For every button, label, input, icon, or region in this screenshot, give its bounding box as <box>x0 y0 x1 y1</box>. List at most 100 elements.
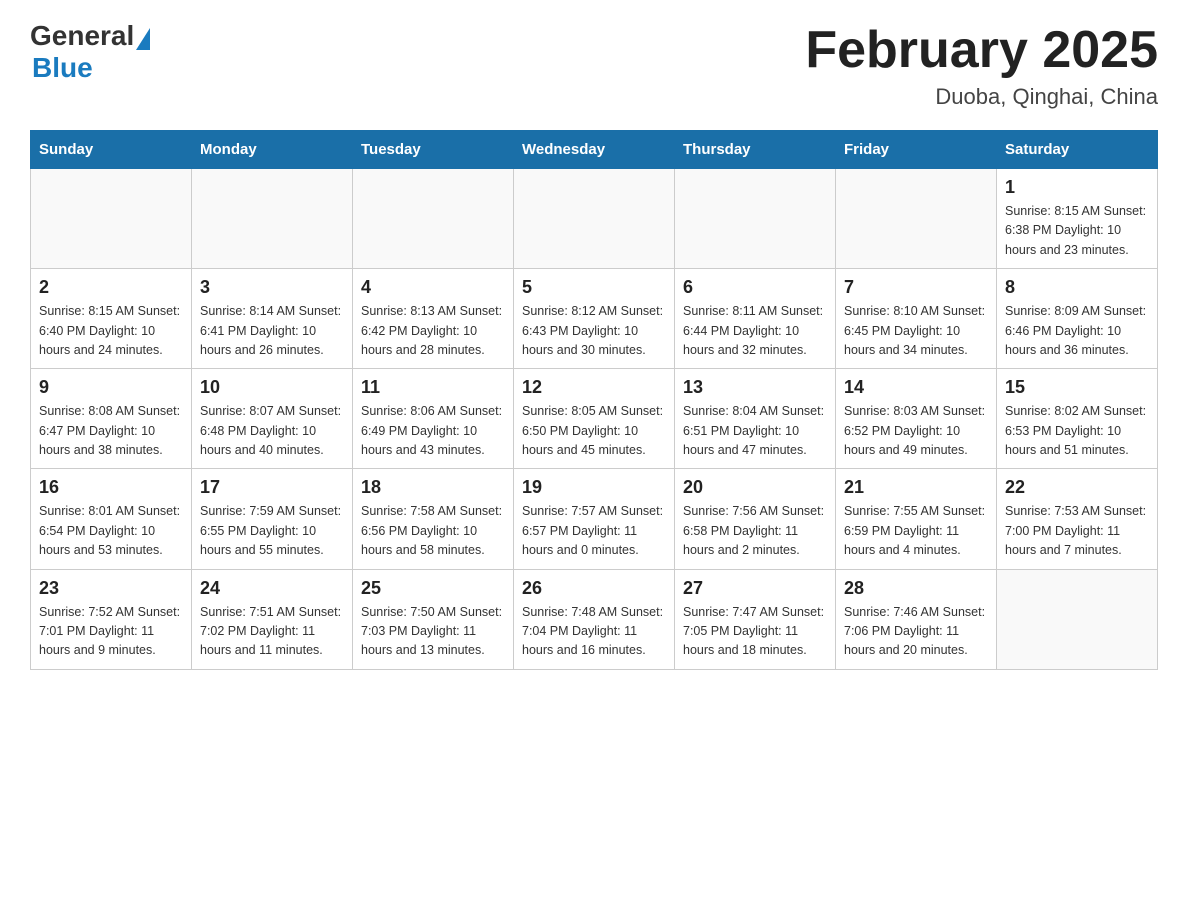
calendar-cell: 4 Sunrise: 8:13 AM Sunset: 6:42 PM Daylig… <box>353 269 514 369</box>
day-number: 9 <box>39 377 183 398</box>
day-info: Sunrise: 7:57 AM Sunset: 6:57 PM Dayligh… <box>522 502 666 560</box>
day-info: Sunrise: 8:05 AM Sunset: 6:50 PM Dayligh… <box>522 402 666 460</box>
calendar-table: SundayMondayTuesdayWednesdayThursdayFrid… <box>30 130 1158 670</box>
logo: General Blue <box>30 20 150 84</box>
day-number: 1 <box>1005 177 1149 198</box>
day-number: 19 <box>522 477 666 498</box>
day-number: 12 <box>522 377 666 398</box>
calendar-week-5: 23 Sunrise: 7:52 AM Sunset: 7:01 PM Dayli… <box>31 569 1158 669</box>
calendar-cell <box>997 569 1158 669</box>
day-info: Sunrise: 8:11 AM Sunset: 6:44 PM Dayligh… <box>683 302 827 360</box>
day-number: 15 <box>1005 377 1149 398</box>
weekday-header-row: SundayMondayTuesdayWednesdayThursdayFrid… <box>31 131 1158 169</box>
weekday-header-friday: Friday <box>836 131 997 169</box>
day-number: 21 <box>844 477 988 498</box>
calendar-cell: 11 Sunrise: 8:06 AM Sunset: 6:49 PM Dayli… <box>353 369 514 469</box>
day-info: Sunrise: 8:06 AM Sunset: 6:49 PM Dayligh… <box>361 402 505 460</box>
day-number: 18 <box>361 477 505 498</box>
day-info: Sunrise: 7:59 AM Sunset: 6:55 PM Dayligh… <box>200 502 344 560</box>
weekday-header-wednesday: Wednesday <box>514 131 675 169</box>
day-info: Sunrise: 8:15 AM Sunset: 6:38 PM Dayligh… <box>1005 202 1149 260</box>
day-number: 23 <box>39 578 183 599</box>
calendar-cell: 28Sunrise: 7:46 AM Sunset: 7:06 PM Dayli… <box>836 569 997 669</box>
day-number: 25 <box>361 578 505 599</box>
day-number: 8 <box>1005 277 1149 298</box>
logo-triangle-icon <box>136 28 150 50</box>
day-number: 3 <box>200 277 344 298</box>
weekday-header-monday: Monday <box>192 131 353 169</box>
calendar-cell: 26 Sunrise: 7:48 AM Sunset: 7:04 PM Dayli… <box>514 569 675 669</box>
calendar-cell <box>31 169 192 269</box>
calendar-cell: 2 Sunrise: 8:15 AM Sunset: 6:40 PM Daylig… <box>31 269 192 369</box>
calendar-cell: 18 Sunrise: 7:58 AM Sunset: 6:56 PM Dayli… <box>353 469 514 569</box>
day-number: 5 <box>522 277 666 298</box>
day-info: Sunrise: 8:12 AM Sunset: 6:43 PM Dayligh… <box>522 302 666 360</box>
calendar-cell: 8 Sunrise: 8:09 AM Sunset: 6:46 PM Daylig… <box>997 269 1158 369</box>
day-info: Sunrise: 7:50 AM Sunset: 7:03 PM Dayligh… <box>361 603 505 661</box>
day-number: 13 <box>683 377 827 398</box>
day-number: 6 <box>683 277 827 298</box>
calendar-cell: 25 Sunrise: 7:50 AM Sunset: 7:03 PM Dayli… <box>353 569 514 669</box>
day-info: Sunrise: 8:09 AM Sunset: 6:46 PM Dayligh… <box>1005 302 1149 360</box>
calendar-cell: 1 Sunrise: 8:15 AM Sunset: 6:38 PM Daylig… <box>997 169 1158 269</box>
day-info: Sunrise: 8:14 AM Sunset: 6:41 PM Dayligh… <box>200 302 344 360</box>
calendar-week-1: 1 Sunrise: 8:15 AM Sunset: 6:38 PM Daylig… <box>31 169 1158 269</box>
calendar-week-2: 2 Sunrise: 8:15 AM Sunset: 6:40 PM Daylig… <box>31 269 1158 369</box>
day-number: 26 <box>522 578 666 599</box>
calendar-cell: 21 Sunrise: 7:55 AM Sunset: 6:59 PM Dayli… <box>836 469 997 569</box>
month-title: February 2025 <box>805 20 1158 80</box>
calendar-cell: 15 Sunrise: 8:02 AM Sunset: 6:53 PM Dayli… <box>997 369 1158 469</box>
calendar-cell: 7 Sunrise: 8:10 AM Sunset: 6:45 PM Daylig… <box>836 269 997 369</box>
calendar-cell <box>353 169 514 269</box>
day-info: Sunrise: 8:10 AM Sunset: 6:45 PM Dayligh… <box>844 302 988 360</box>
day-info: Sunrise: 7:47 AM Sunset: 7:05 PM Dayligh… <box>683 603 827 661</box>
day-info: Sunrise: 8:01 AM Sunset: 6:54 PM Dayligh… <box>39 502 183 560</box>
calendar-cell: 10Sunrise: 8:07 AM Sunset: 6:48 PM Dayli… <box>192 369 353 469</box>
calendar-cell: 5 Sunrise: 8:12 AM Sunset: 6:43 PM Daylig… <box>514 269 675 369</box>
calendar-week-3: 9Sunrise: 8:08 AM Sunset: 6:47 PM Daylig… <box>31 369 1158 469</box>
day-info: Sunrise: 7:53 AM Sunset: 7:00 PM Dayligh… <box>1005 502 1149 560</box>
day-number: 11 <box>361 377 505 398</box>
calendar-cell: 9Sunrise: 8:08 AM Sunset: 6:47 PM Daylig… <box>31 369 192 469</box>
weekday-header-sunday: Sunday <box>31 131 192 169</box>
day-info: Sunrise: 7:58 AM Sunset: 6:56 PM Dayligh… <box>361 502 505 560</box>
day-info: Sunrise: 7:52 AM Sunset: 7:01 PM Dayligh… <box>39 603 183 661</box>
calendar-cell: 12 Sunrise: 8:05 AM Sunset: 6:50 PM Dayli… <box>514 369 675 469</box>
logo-blue-text: Blue <box>32 52 93 84</box>
calendar-cell <box>836 169 997 269</box>
day-number: 14 <box>844 377 988 398</box>
day-number: 4 <box>361 277 505 298</box>
day-number: 22 <box>1005 477 1149 498</box>
calendar-cell <box>675 169 836 269</box>
day-number: 2 <box>39 277 183 298</box>
day-number: 27 <box>683 578 827 599</box>
title-section: February 2025 Duoba, Qinghai, China <box>805 20 1158 110</box>
day-number: 17 <box>200 477 344 498</box>
day-number: 20 <box>683 477 827 498</box>
location-title: Duoba, Qinghai, China <box>805 84 1158 110</box>
page-header: General Blue February 2025 Duoba, Qingha… <box>30 20 1158 110</box>
calendar-cell: 6 Sunrise: 8:11 AM Sunset: 6:44 PM Daylig… <box>675 269 836 369</box>
day-info: Sunrise: 8:15 AM Sunset: 6:40 PM Dayligh… <box>39 302 183 360</box>
calendar-cell: 19 Sunrise: 7:57 AM Sunset: 6:57 PM Dayli… <box>514 469 675 569</box>
day-number: 7 <box>844 277 988 298</box>
weekday-header-thursday: Thursday <box>675 131 836 169</box>
day-info: Sunrise: 8:04 AM Sunset: 6:51 PM Dayligh… <box>683 402 827 460</box>
calendar-cell: 14Sunrise: 8:03 AM Sunset: 6:52 PM Dayli… <box>836 369 997 469</box>
weekday-header-saturday: Saturday <box>997 131 1158 169</box>
calendar-cell: 17 Sunrise: 7:59 AM Sunset: 6:55 PM Dayli… <box>192 469 353 569</box>
calendar-cell: 23 Sunrise: 7:52 AM Sunset: 7:01 PM Dayli… <box>31 569 192 669</box>
day-info: Sunrise: 7:56 AM Sunset: 6:58 PM Dayligh… <box>683 502 827 560</box>
day-number: 16 <box>39 477 183 498</box>
day-info: Sunrise: 8:07 AM Sunset: 6:48 PM Dayligh… <box>200 402 344 460</box>
day-info: Sunrise: 8:02 AM Sunset: 6:53 PM Dayligh… <box>1005 402 1149 460</box>
day-number: 28 <box>844 578 988 599</box>
logo-general-text: General <box>30 20 134 52</box>
calendar-cell: 3 Sunrise: 8:14 AM Sunset: 6:41 PM Daylig… <box>192 269 353 369</box>
day-info: Sunrise: 7:48 AM Sunset: 7:04 PM Dayligh… <box>522 603 666 661</box>
day-info: Sunrise: 8:13 AM Sunset: 6:42 PM Dayligh… <box>361 302 505 360</box>
day-info: Sunrise: 7:55 AM Sunset: 6:59 PM Dayligh… <box>844 502 988 560</box>
calendar-cell: 16 Sunrise: 8:01 AM Sunset: 6:54 PM Dayli… <box>31 469 192 569</box>
day-info: Sunrise: 7:51 AM Sunset: 7:02 PM Dayligh… <box>200 603 344 661</box>
calendar-cell: 20 Sunrise: 7:56 AM Sunset: 6:58 PM Dayli… <box>675 469 836 569</box>
